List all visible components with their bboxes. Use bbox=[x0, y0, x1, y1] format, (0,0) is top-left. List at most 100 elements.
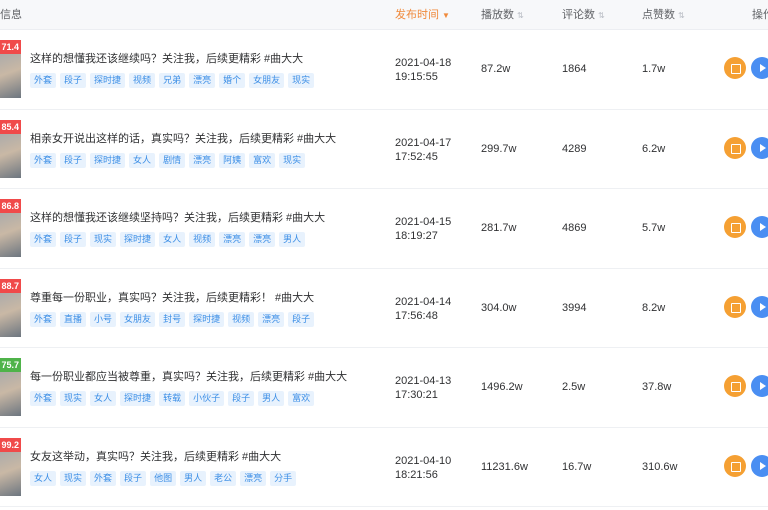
tag[interactable]: 富欢 bbox=[249, 152, 276, 168]
tag[interactable]: 男人 bbox=[279, 232, 306, 247]
detail-button[interactable] bbox=[724, 216, 746, 238]
tag-list: 外套 段子 探时捷 视频 兄弟 漂亮 婚个 女朋友 现实 bbox=[30, 72, 380, 88]
video-thumbnail[interactable]: 86.8 bbox=[0, 199, 21, 257]
tag[interactable]: 女人 bbox=[30, 470, 57, 486]
tag[interactable]: 视频 bbox=[129, 73, 156, 88]
tag[interactable]: 探时捷 bbox=[90, 73, 126, 88]
table-row[interactable]: 86.8 这样的想懂我还该继续坚持吗？关注我，后续更精彩 #曲大大 外套 段子 现实… bbox=[0, 189, 768, 269]
video-thumbnail[interactable]: 99.2 bbox=[0, 437, 21, 496]
tag[interactable]: 漂亮 bbox=[189, 152, 216, 168]
tag[interactable]: 段子 bbox=[60, 152, 87, 168]
play-button[interactable] bbox=[751, 375, 768, 397]
table-row[interactable]: 71.4 这样的想懂我还该继续吗？关注我，后续更精彩 #曲大大 外套 段子 探时捷视… bbox=[0, 30, 768, 110]
header-comments[interactable]: 评论数 ⇅ bbox=[562, 0, 605, 30]
table-row[interactable]: 88.7 尊重每一份职业，真实吗？关注我，后续更精彩！ #曲大大 外套 直播 小号女… bbox=[0, 269, 768, 348]
tag[interactable]: 视频 bbox=[189, 232, 216, 247]
header-likes[interactable]: 点赞数 ⇅ bbox=[642, 0, 685, 30]
video-title[interactable]: 尊重每一份职业，真实吗？关注我，后续更精彩！ #曲大大 bbox=[30, 289, 370, 305]
sort-desc-icon[interactable]: ▼ bbox=[442, 11, 450, 20]
tag[interactable]: 兄弟 bbox=[159, 73, 186, 88]
like-count: 37.8w bbox=[642, 381, 672, 393]
tag[interactable]: 现实 bbox=[60, 391, 87, 406]
tag[interactable]: 女人 bbox=[90, 391, 117, 406]
video-title[interactable]: 相亲女开说出这样的话，真实吗？关注我，后续更精彩 #曲大大 bbox=[30, 130, 370, 146]
tag[interactable]: 女朋友 bbox=[249, 73, 285, 88]
play-button[interactable] bbox=[751, 295, 768, 318]
sort-icon[interactable]: ⇅ bbox=[517, 11, 524, 20]
play-button[interactable] bbox=[751, 454, 768, 477]
table-row[interactable]: 85.4 相亲女开说出这样的话，真实吗？关注我，后续更精彩 #曲大大 外套 段子探… bbox=[0, 110, 768, 189]
tag[interactable]: 老公 bbox=[210, 470, 237, 486]
tag[interactable]: 转载 bbox=[159, 391, 186, 406]
publish-clock: 17:52:45 bbox=[395, 150, 438, 163]
tag[interactable]: 封号 bbox=[159, 311, 186, 327]
detail-button[interactable] bbox=[724, 295, 746, 318]
sort-icon[interactable]: ⇅ bbox=[678, 11, 685, 20]
tag[interactable]: 现实 bbox=[90, 232, 117, 247]
video-title[interactable]: 这样的想懂我还该继续吗？关注我，后续更精彩 #曲大大 bbox=[30, 50, 370, 66]
tag[interactable]: 女朋友 bbox=[120, 311, 156, 327]
video-title[interactable]: 每一份职业都应当被尊重，真实吗？关注我，后续更精彩 #曲大大 bbox=[30, 368, 370, 384]
tag[interactable]: 视频 bbox=[228, 311, 255, 327]
comment-count: 1864 bbox=[562, 63, 587, 75]
table-row[interactable]: 75.7 每一份职业都应当被尊重，真实吗？关注我，后续更精彩 #曲大大 外套 现实… bbox=[0, 348, 768, 428]
header-publish-time[interactable]: 发布时间 ▼ bbox=[395, 0, 450, 30]
tag[interactable]: 女人 bbox=[129, 152, 156, 168]
tag[interactable]: 现实 bbox=[288, 73, 315, 88]
tag[interactable]: 外套 bbox=[30, 73, 57, 88]
tag[interactable]: 探时捷 bbox=[120, 232, 156, 247]
video-thumbnail[interactable]: 85.4 bbox=[0, 119, 21, 178]
tag[interactable]: 漂亮 bbox=[240, 470, 267, 486]
tag[interactable]: 探时捷 bbox=[189, 311, 225, 327]
tag[interactable]: 分手 bbox=[270, 470, 297, 486]
tag[interactable]: 阿姨 bbox=[219, 152, 246, 168]
tag[interactable]: 外套 bbox=[90, 470, 117, 486]
tag[interactable]: 段子 bbox=[288, 311, 315, 327]
play-button[interactable] bbox=[751, 57, 768, 79]
tag[interactable]: 段子 bbox=[60, 232, 87, 247]
play-button[interactable] bbox=[751, 216, 768, 238]
tag[interactable]: 探时捷 bbox=[90, 152, 126, 168]
table-row[interactable]: 99.2 女友这举动，真实吗？关注我，后续更精彩 #曲大大 女人 现实 外套 段子 他图… bbox=[0, 428, 768, 507]
tag[interactable]: 他图 bbox=[150, 470, 177, 486]
video-title[interactable]: 这样的想懂我还该继续坚持吗？关注我，后续更精彩 #曲大大 bbox=[30, 209, 370, 225]
tag[interactable]: 小号 bbox=[90, 311, 117, 327]
detail-button[interactable] bbox=[724, 454, 746, 477]
tag[interactable]: 外套 bbox=[30, 152, 57, 168]
tag[interactable]: 富欢 bbox=[288, 391, 315, 406]
header-plays[interactable]: 播放数 ⇅ bbox=[481, 0, 524, 30]
play-button[interactable] bbox=[751, 136, 768, 159]
tag[interactable]: 外套 bbox=[30, 232, 57, 247]
video-title[interactable]: 女友这举动，真实吗？关注我，后续更精彩 #曲大大 bbox=[30, 448, 370, 464]
tag[interactable]: 段子 bbox=[228, 391, 255, 406]
video-thumbnail[interactable]: 75.7 bbox=[0, 358, 21, 416]
tag[interactable]: 男人 bbox=[258, 391, 285, 406]
tag[interactable]: 剧情 bbox=[159, 152, 186, 168]
detail-button[interactable] bbox=[724, 136, 746, 159]
video-thumbnail[interactable]: 88.7 bbox=[0, 278, 21, 337]
tag[interactable]: 小伙子 bbox=[189, 391, 225, 406]
tag[interactable]: 探时捷 bbox=[120, 391, 156, 406]
tag[interactable]: 现实 bbox=[60, 470, 87, 486]
tag[interactable]: 漂亮 bbox=[189, 73, 216, 88]
tag[interactable]: 外套 bbox=[30, 311, 57, 327]
tag[interactable]: 现实 bbox=[279, 152, 306, 168]
detail-button[interactable] bbox=[724, 57, 746, 79]
publish-clock: 18:21:56 bbox=[395, 468, 438, 481]
tag[interactable]: 漂亮 bbox=[249, 232, 276, 247]
tag[interactable]: 段子 bbox=[60, 73, 87, 88]
publish-time: 2021-04-14 17:56:48 bbox=[395, 295, 451, 323]
detail-button[interactable] bbox=[724, 375, 746, 397]
tag[interactable]: 段子 bbox=[120, 470, 147, 486]
play-count: 299.7w bbox=[481, 142, 517, 155]
tag[interactable]: 女人 bbox=[159, 232, 186, 247]
tag[interactable]: 漂亮 bbox=[258, 311, 285, 327]
tag[interactable]: 直播 bbox=[60, 311, 87, 327]
tag[interactable]: 漂亮 bbox=[219, 232, 246, 247]
tag[interactable]: 婚个 bbox=[219, 73, 246, 88]
tag[interactable]: 外套 bbox=[30, 391, 57, 406]
tag-list: 外套 现实 女人 探时捷 转载 小伙子 段子 男人 富欢 bbox=[30, 390, 380, 406]
tag[interactable]: 男人 bbox=[180, 470, 207, 486]
sort-icon[interactable]: ⇅ bbox=[598, 11, 605, 20]
video-thumbnail[interactable]: 71.4 bbox=[0, 40, 21, 98]
